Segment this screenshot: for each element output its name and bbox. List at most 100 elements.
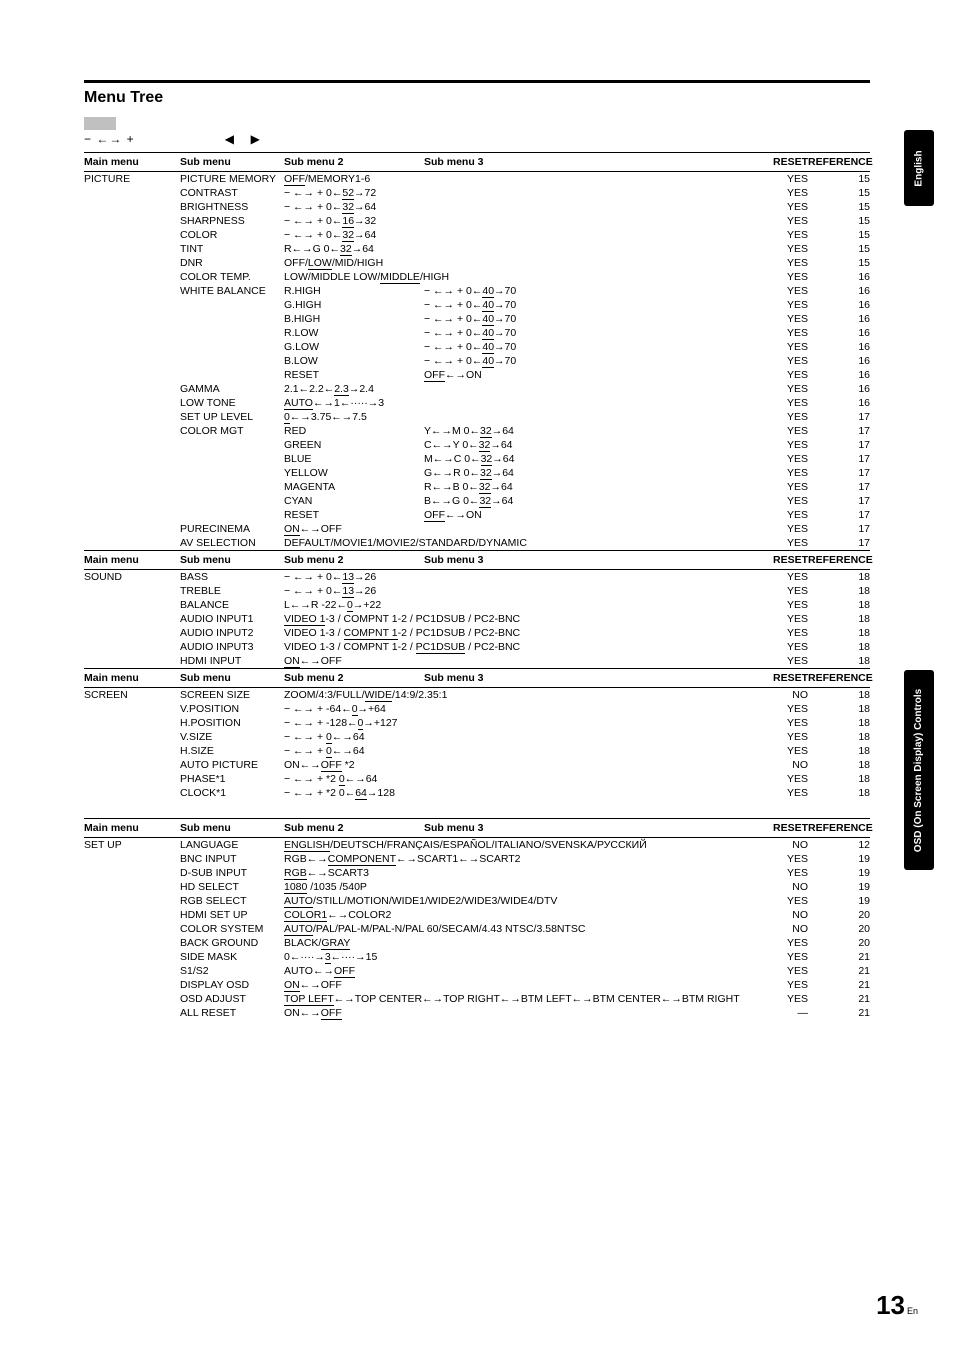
cell-sub3: R←→B 0←32→64 [424,480,750,494]
default-value: 32 [479,481,491,494]
table-row: V.SIZE− ←→ + 0←→64YES18 [84,730,870,744]
cell-sub: S1/S2 [180,964,284,978]
cell-sub3: OFF←→ON [424,368,750,382]
cell-reset: YES [750,270,808,284]
cell-reference: 18 [808,598,870,612]
cell-reset: YES [750,312,808,326]
cell-sub3: − ←→ + 0←40→70 [424,340,750,354]
cell-reference: 18 [808,744,870,758]
cell-sub2: G.HIGH [284,298,424,312]
cell-sub3 [424,626,750,640]
cell-sub: HDMI INPUT [180,654,284,668]
table-row: SET UP LEVEL0←→3.75←→7.5YES17 [84,410,870,424]
cell-reference: 19 [808,866,870,880]
default-value: ON [284,979,300,992]
cell-sub2: − ←→ + *2 0←→64 [284,772,424,786]
cell-reference: 20 [808,922,870,936]
cell-reset: YES [750,438,808,452]
cell-sub: RGB SELECT [180,894,284,908]
cell-sub3 [424,612,750,626]
cell-main: SOUND [84,570,180,584]
table-row: COLOR− ←→ + 0←32→64YES15 [84,228,870,242]
cell-reset: YES [750,702,808,716]
cell-main [84,452,180,466]
cell-main [84,522,180,536]
cell-sub: OSD ADJUST [180,992,284,1006]
cell-reset: YES [750,242,808,256]
cell-sub3: − ←→ + 0←40→70 [424,298,750,312]
default-value: COLOR1 [284,909,327,922]
col-reset: RESET [750,156,808,168]
cell-reference: 16 [808,354,870,368]
legend-row: − ←→ + ◀ ▶ [84,132,870,146]
cell-reference: 17 [808,536,870,550]
cell-main [84,312,180,326]
cell-sub: H.POSITION [180,716,284,730]
cell-main [84,424,180,438]
col-sub3: Sub menu 3 [424,554,750,566]
cell-sub2: OFF/LOW/MID/HIGH [284,256,424,270]
cell-reference: 15 [808,242,870,256]
cell-sub2: YELLOW [284,466,424,480]
table-row: H.POSITION− ←→ + -128←0→+127YES18 [84,716,870,730]
table-row: B.LOW− ←→ + 0←40→70YES16 [84,354,870,368]
cell-main [84,256,180,270]
cell-reference: 12 [808,838,870,852]
table-row: AUDIO INPUT2VIDEO 1-3 / COMPNT 1-2 / PC1… [84,626,870,640]
default-value: 32 [480,425,492,438]
table-row: G.LOW− ←→ + 0←40→70YES16 [84,340,870,354]
default-value: GRAY [321,937,350,950]
table-row: HDMI SET UPCOLOR1←→COLOR2NO20 [84,908,870,922]
cell-reference: 17 [808,438,870,452]
menu-sections: Main menuSub menuSub menu 2Sub menu 3RES… [84,152,870,1020]
cell-reference: 15 [808,256,870,270]
table-row: PURECINEMAON←→OFFYES17 [84,522,870,536]
cell-sub: ALL RESET [180,1006,284,1020]
cell-reference: 17 [808,494,870,508]
default-value: 40 [482,355,494,368]
cell-sub2: OFF/MEMORY1-6 [284,172,424,186]
col-reset: RESET [750,672,808,684]
cell-sub3: − ←→ + 0←40→70 [424,284,750,298]
cell-sub2: L←→R -22←0→+22 [284,598,424,612]
cell-reset: YES [750,410,808,424]
cell-reset: YES [750,730,808,744]
default-value: ENGLISH [284,839,330,852]
col-sub3: Sub menu 3 [424,822,750,834]
cell-reference: 21 [808,1006,870,1020]
cell-reset: NO [750,758,808,772]
default-value: COMPONENT [328,853,396,866]
cell-sub [180,466,284,480]
cell-sub [180,480,284,494]
cell-reset: YES [750,626,808,640]
cell-sub: SHARPNESS [180,214,284,228]
cell-sub2: − ←→ + 0←32→64 [284,228,424,242]
cell-reset: YES [750,298,808,312]
default-value: 32 [481,453,493,466]
cell-reference: 17 [808,452,870,466]
cell-sub: COLOR MGT [180,424,284,438]
col-sub2: Sub menu 2 [284,822,424,834]
default-value: 32 [342,201,354,214]
table-row: COLOR MGTREDY←→M 0←32→64YES17 [84,424,870,438]
cell-reference: 16 [808,312,870,326]
page-title: Menu Tree [84,89,870,107]
cell-reference: 16 [808,298,870,312]
default-value: 16 [342,215,354,228]
cell-sub: BRIGHTNESS [180,200,284,214]
cell-sub [180,438,284,452]
default-value: OFF [424,369,445,382]
cell-reset: YES [750,382,808,396]
cell-reset: NO [750,922,808,936]
cell-sub2: R.LOW [284,326,424,340]
default-value: RGB [284,867,307,880]
cell-sub2: AUTO/PAL/PAL-M/PAL-N/PAL 60/SECAM/4.43 N… [284,922,424,936]
cell-reset: YES [750,536,808,550]
table-row: COLOR SYSTEMAUTO/PAL/PAL-M/PAL-N/PAL 60/… [84,922,870,936]
cell-sub: TREBLE [180,584,284,598]
cell-reset: YES [750,200,808,214]
cell-main [84,626,180,640]
cell-main: SET UP [84,838,180,852]
cell-main [84,228,180,242]
cell-main [84,598,180,612]
